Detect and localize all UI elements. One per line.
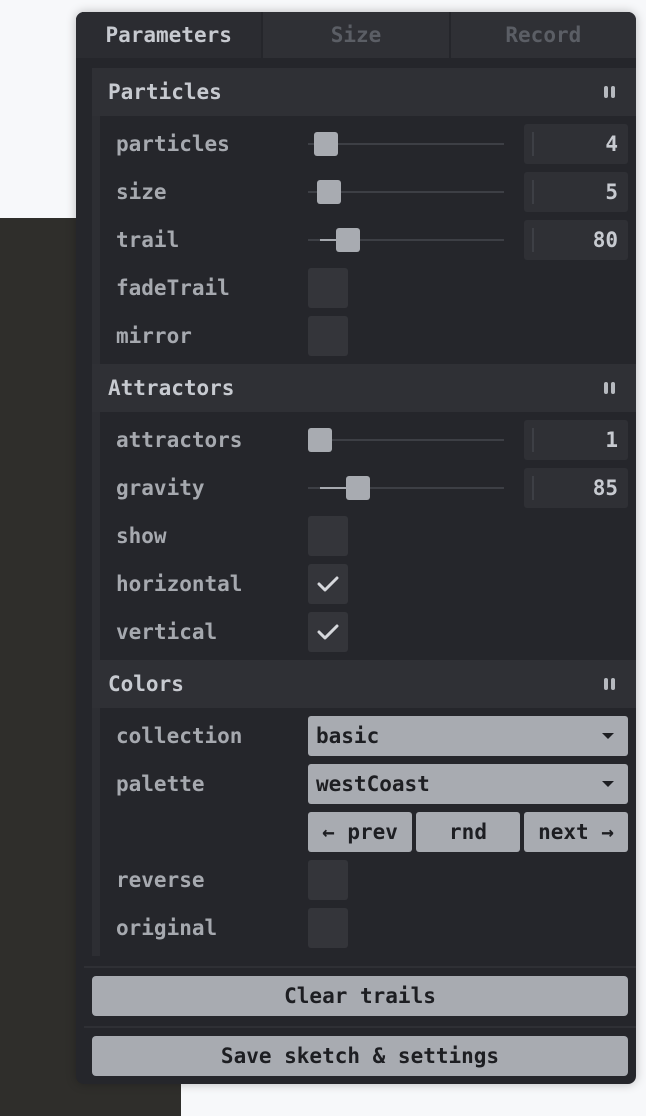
slider-knob[interactable] bbox=[314, 132, 338, 156]
particles-number-input[interactable]: 4 bbox=[524, 124, 628, 164]
palette-row: palette westCoast bbox=[100, 760, 636, 808]
gravity-number-input[interactable]: 85 bbox=[524, 468, 628, 508]
collection-value: basic bbox=[316, 724, 380, 748]
particles-label: particles bbox=[116, 132, 230, 156]
vertical-label: vertical bbox=[116, 620, 218, 644]
reverse-checkbox[interactable] bbox=[308, 860, 348, 900]
slider-knob[interactable] bbox=[346, 476, 370, 500]
divider bbox=[84, 1026, 636, 1028]
original-row: original bbox=[100, 904, 636, 952]
palette-label: palette bbox=[116, 772, 205, 796]
original-label: original bbox=[116, 916, 218, 940]
size-slider[interactable] bbox=[308, 168, 504, 216]
colors-header[interactable]: Colors bbox=[92, 660, 636, 708]
collection-row: collection basic bbox=[100, 712, 636, 760]
random-button[interactable]: rnd bbox=[416, 812, 520, 852]
settings-panel: Parameters Size Record Particles particl… bbox=[76, 12, 636, 1084]
horizontal-label: horizontal bbox=[116, 572, 243, 596]
trail-slider[interactable] bbox=[308, 216, 504, 264]
reverse-label: reverse bbox=[116, 868, 205, 892]
mirror-label: mirror bbox=[116, 324, 192, 348]
save-sketch-button[interactable]: Save sketch & settings bbox=[92, 1036, 628, 1076]
attractors-header[interactable]: Attractors bbox=[92, 364, 636, 412]
gravity-label: gravity bbox=[116, 476, 205, 500]
attractors-number-input[interactable]: 1 bbox=[524, 420, 628, 460]
particles-value: 4 bbox=[605, 132, 618, 156]
particles-row: particles 4 bbox=[100, 120, 636, 168]
tab-bar: Parameters Size Record bbox=[76, 12, 636, 58]
tab-record[interactable]: Record bbox=[451, 12, 636, 58]
slider-knob[interactable] bbox=[308, 428, 332, 452]
attractors-rows: attractors 1 gravity 85 show horizontal … bbox=[92, 412, 636, 660]
vertical-checkbox[interactable] bbox=[308, 612, 348, 652]
size-value: 5 bbox=[605, 180, 618, 204]
size-number-input[interactable]: 5 bbox=[524, 172, 628, 212]
particles-title: Particles bbox=[108, 80, 222, 104]
collection-label: collection bbox=[116, 724, 243, 748]
show-label: show bbox=[116, 524, 167, 548]
check-icon bbox=[317, 576, 339, 592]
palette-buttons-row: ← prev rnd next → bbox=[100, 808, 636, 856]
original-checkbox[interactable] bbox=[308, 908, 348, 948]
attractors-slider[interactable] bbox=[308, 416, 504, 464]
horizontal-checkbox[interactable] bbox=[308, 564, 348, 604]
mirror-checkbox[interactable] bbox=[308, 316, 348, 356]
slider-knob[interactable] bbox=[317, 180, 341, 204]
collapse-icon[interactable] bbox=[604, 86, 616, 98]
tab-parameters[interactable]: Parameters bbox=[76, 12, 264, 58]
trail-label: trail bbox=[116, 228, 180, 252]
colors-rows: collection basic palette westCoast ← pre… bbox=[92, 708, 636, 956]
trail-value: 80 bbox=[592, 228, 618, 252]
palette-value: westCoast bbox=[316, 772, 430, 796]
check-icon bbox=[317, 624, 339, 640]
caret-down-icon bbox=[602, 733, 614, 739]
attractors-label: attractors bbox=[116, 428, 243, 452]
particles-slider[interactable] bbox=[308, 120, 504, 168]
slider-knob[interactable] bbox=[336, 228, 360, 252]
next-button[interactable]: next → bbox=[524, 812, 628, 852]
collection-select[interactable]: basic bbox=[308, 716, 628, 756]
particles-header[interactable]: Particles bbox=[92, 68, 636, 116]
attractors-value: 1 bbox=[605, 428, 618, 452]
trail-number-input[interactable]: 80 bbox=[524, 220, 628, 260]
collapse-icon[interactable] bbox=[604, 678, 616, 690]
fadetrail-label: fadeTrail bbox=[116, 276, 230, 300]
divider bbox=[84, 966, 636, 968]
gravity-value: 85 bbox=[592, 476, 618, 500]
clear-trails-button[interactable]: Clear trails bbox=[92, 976, 628, 1016]
colors-title: Colors bbox=[108, 672, 184, 696]
gravity-row: gravity 85 bbox=[100, 464, 636, 512]
tab-size[interactable]: Size bbox=[263, 12, 451, 58]
palette-select[interactable]: westCoast bbox=[308, 764, 628, 804]
size-label: size bbox=[116, 180, 167, 204]
show-checkbox[interactable] bbox=[308, 516, 348, 556]
collapse-icon[interactable] bbox=[604, 382, 616, 394]
caret-down-icon bbox=[602, 781, 614, 787]
particles-rows: particles 4 size 5 trail 80 fadeTrail mi… bbox=[92, 116, 636, 364]
fadetrail-row: fadeTrail bbox=[100, 264, 636, 312]
attractors-row: attractors 1 bbox=[100, 416, 636, 464]
fadetrail-checkbox[interactable] bbox=[308, 268, 348, 308]
show-row: show bbox=[100, 512, 636, 560]
vertical-row: vertical bbox=[100, 608, 636, 656]
mirror-row: mirror bbox=[100, 312, 636, 360]
horizontal-row: horizontal bbox=[100, 560, 636, 608]
gravity-slider[interactable] bbox=[308, 464, 504, 512]
reverse-row: reverse bbox=[100, 856, 636, 904]
size-row: size 5 bbox=[100, 168, 636, 216]
prev-button[interactable]: ← prev bbox=[308, 812, 412, 852]
attractors-title: Attractors bbox=[108, 376, 235, 400]
trail-row: trail 80 bbox=[100, 216, 636, 264]
